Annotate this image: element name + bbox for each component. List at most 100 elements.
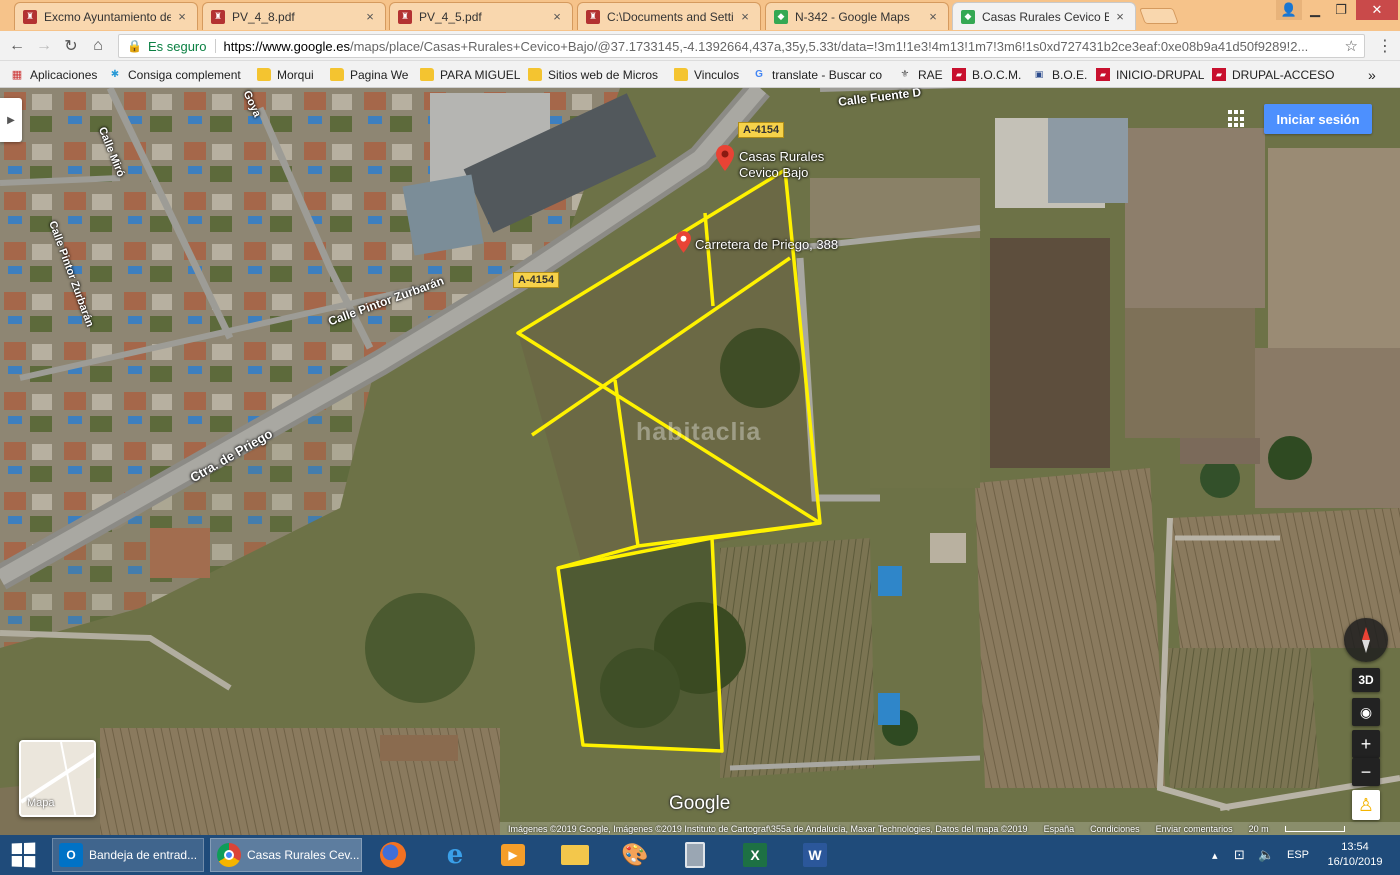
tab-casas-rurales[interactable]: ◆ Casas Rurales Cevico Baj ×: [952, 2, 1136, 30]
new-tab-button[interactable]: [1139, 8, 1179, 24]
map-pin-icon[interactable]: [716, 145, 734, 171]
tab-documents[interactable]: ♜ C:\Documents and Settir ×: [577, 2, 761, 30]
url-text[interactable]: https://www.google.es/maps/place/Casas+R…: [224, 39, 1339, 54]
bookmark-label: Morqui: [277, 67, 314, 82]
show-hidden-icons-icon[interactable]: ▴: [1212, 835, 1218, 875]
screen: ♜ Excmo Ayuntamiento de × ♜ PV_4_8.pdf ×…: [0, 0, 1400, 875]
castle-icon: ♜: [23, 9, 37, 24]
url-path: /maps/place/Casas+Rurales+Cevico+Bajo/@3…: [349, 38, 1309, 54]
chrome-icon: [217, 843, 241, 867]
volume-icon[interactable]: 🔈: [1258, 835, 1274, 875]
address-bar[interactable]: 🔒 Es seguro https://www.google.es/maps/p…: [118, 34, 1365, 58]
back-button[interactable]: ←: [6, 35, 28, 57]
bookmark-morqui[interactable]: Morqui: [257, 66, 314, 83]
clock-date: 16/10/2019: [1327, 856, 1383, 868]
menu-icon[interactable]: ⋮: [1374, 35, 1396, 57]
bookmark-pagina-we[interactable]: Pagina We: [330, 66, 408, 83]
bookmark-vinculos[interactable]: Vinculos: [674, 66, 739, 83]
bookmark-translate[interactable]: G translate - Buscar co: [752, 66, 886, 83]
feedback-link[interactable]: Enviar comentarios: [1156, 824, 1233, 834]
word-icon[interactable]: W: [800, 840, 830, 870]
bookmark-star-icon[interactable]: ☆: [1345, 37, 1358, 55]
bookmarks-overflow-icon[interactable]: »: [1368, 66, 1376, 83]
close-icon[interactable]: ×: [363, 9, 377, 24]
bookmark-label: translate - Buscar co: [772, 67, 883, 82]
my-location-icon[interactable]: ◉: [1352, 698, 1380, 726]
close-icon[interactable]: ×: [738, 9, 752, 24]
folder-icon: [330, 68, 344, 81]
maps-icon: ◆: [961, 9, 975, 24]
bookmark-bocm[interactable]: ▰ B.O.C.M.: [952, 66, 1021, 83]
attribution-text: Imágenes ©2019 Google, Imágenes ©2019 In…: [508, 823, 1028, 834]
system-clock[interactable]: 13:54 16/10/2019: [1322, 840, 1388, 870]
reload-button[interactable]: ↻: [60, 35, 82, 57]
habitaclia-watermark: habitaclia: [636, 418, 762, 446]
home-button[interactable]: ⌂: [87, 35, 109, 57]
tab-pv-4-5[interactable]: ♜ PV_4_5.pdf ×: [389, 2, 573, 30]
tab-pv-4-8[interactable]: ♜ PV_4_8.pdf ×: [202, 2, 386, 30]
tab-title: PV_4_8.pdf: [232, 9, 295, 24]
country-link[interactable]: España: [1044, 824, 1075, 834]
bookmark-sitios-web[interactable]: Sitios web de Micros: [528, 66, 660, 83]
close-icon[interactable]: ×: [175, 9, 189, 24]
paint-icon[interactable]: 🎨: [620, 840, 650, 870]
bookmark-para-miguel[interactable]: PARA MIGUEL: [420, 66, 520, 83]
forward-button[interactable]: →: [33, 35, 55, 57]
bookmark-boe[interactable]: ▣ B.O.E.: [1032, 66, 1088, 83]
language-indicator[interactable]: ESP: [1287, 835, 1309, 875]
pegman-icon[interactable]: ♙: [1352, 790, 1380, 820]
zoom-in-button[interactable]: +: [1352, 730, 1380, 758]
bookmark-inicio-drupal[interactable]: ▰ INICIO-DRUPAL: [1096, 66, 1204, 83]
file-explorer-icon[interactable]: [560, 840, 590, 870]
place-name-line1: Casas Rurales: [739, 149, 825, 164]
firefox-icon[interactable]: [378, 840, 408, 870]
user-icon[interactable]: 👤: [1276, 0, 1302, 20]
drupal-icon: ▰: [1212, 68, 1226, 81]
view-3d-button[interactable]: 3D: [1352, 668, 1380, 692]
scale-label[interactable]: 20 m: [1249, 824, 1269, 834]
tab-title: Excmo Ayuntamiento de: [44, 9, 171, 24]
bookmark-rae[interactable]: ⚜ RAE: [898, 66, 943, 83]
folder-icon: [257, 68, 271, 81]
minimize-button[interactable]: ▁: [1302, 0, 1328, 20]
taskbar-outlook[interactable]: O Bandeja de entrad...: [52, 838, 204, 872]
close-icon[interactable]: ×: [1113, 9, 1127, 24]
tab-title: C:\Documents and Settir: [607, 9, 734, 24]
calculator-icon[interactable]: [680, 840, 710, 870]
media-player-icon[interactable]: ▶: [498, 840, 528, 870]
network-icon[interactable]: ⊡: [1234, 835, 1245, 875]
terms-link[interactable]: Condiciones: [1090, 824, 1140, 834]
bookmark-consiga[interactable]: ✱ Consiga complement: [108, 66, 246, 83]
start-button[interactable]: [0, 835, 46, 875]
expand-sidebar-button[interactable]: ▶: [0, 98, 22, 142]
zoom-out-button[interactable]: −: [1352, 758, 1380, 786]
tab-ayuntamiento[interactable]: ♜ Excmo Ayuntamiento de ×: [14, 2, 198, 30]
taskbar-chrome[interactable]: Casas Rurales Cev...: [210, 838, 362, 872]
map-pin-icon[interactable]: [676, 231, 691, 253]
close-window-button[interactable]: ✕: [1356, 0, 1398, 20]
place-label-casas-rurales[interactable]: Casas Rurales Cevico Bajo: [739, 149, 824, 181]
bookmark-label: Pagina We: [350, 67, 409, 82]
tab-n342-maps[interactable]: ◆ N-342 - Google Maps ×: [765, 2, 949, 30]
bookmark-drupal-acceso[interactable]: ▰ DRUPAL-ACCESO: [1212, 66, 1334, 83]
bookmark-apps[interactable]: ▦ Aplicaciones: [10, 66, 98, 83]
maps-icon: ◆: [774, 9, 788, 24]
bookmark-label: Aplicaciones: [30, 67, 98, 82]
drupal-icon: ▰: [1096, 68, 1110, 81]
restore-button[interactable]: ❐: [1328, 0, 1354, 20]
bookmark-label: Sitios web de Micros: [548, 67, 659, 82]
google-apps-icon[interactable]: [1228, 110, 1246, 128]
windows-taskbar: O Bandeja de entrad... Casas Rurales Cev…: [0, 835, 1400, 875]
rae-icon: ⚜: [900, 69, 910, 80]
satellite-map[interactable]: ▶ Calle Fuente D Calle Miró Goya Calle P…: [0, 88, 1400, 835]
bookmarks-bar: ▦ Aplicaciones ✱ Consiga complement Morq…: [0, 61, 1400, 88]
close-icon[interactable]: ×: [926, 9, 940, 24]
internet-explorer-icon[interactable]: e: [440, 840, 470, 870]
sign-in-button[interactable]: Iniciar sesión: [1264, 104, 1372, 134]
divider: [214, 39, 216, 53]
compass-icon[interactable]: [1344, 618, 1388, 662]
place-label-carretera-priego[interactable]: Carretera de Priego, 388: [695, 237, 838, 253]
excel-icon[interactable]: X: [740, 840, 770, 870]
close-icon[interactable]: ×: [550, 9, 564, 24]
map-layer-toggle[interactable]: Mapa: [19, 740, 96, 817]
